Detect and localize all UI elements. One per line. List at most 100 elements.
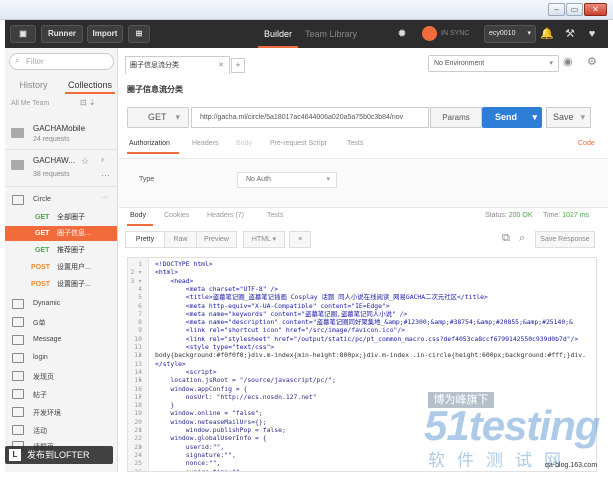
collection-item-gachamobile[interactable]: GACHAMobile 24 requests	[5, 120, 117, 150]
code-line: nonce:"",	[155, 459, 221, 468]
tab-builder[interactable]: Builder	[258, 20, 298, 48]
more-icon[interactable]: ···	[101, 194, 108, 201]
params-button[interactable]: Params	[430, 107, 482, 128]
folder-name: 帖子	[33, 392, 47, 399]
line-number: 5	[138, 293, 142, 302]
runner-button[interactable]: Runner	[41, 25, 83, 43]
line-number: 10	[134, 334, 142, 343]
folder-item[interactable]: 活动	[5, 422, 117, 439]
line-number: 13	[134, 359, 142, 368]
method-value: GET	[148, 112, 167, 122]
toggle-sidebar-button[interactable]: ▣	[10, 25, 36, 43]
wrap-lines-icon[interactable]: ≡	[289, 231, 311, 248]
chevron-down-icon: ▾	[175, 112, 180, 122]
star-icon[interactable]: ☆	[81, 156, 89, 167]
tab-cookies[interactable]: Cookies	[164, 212, 189, 219]
tab-team-library[interactable]: Team Library	[303, 20, 359, 48]
tab-test-results[interactable]: Tests	[267, 212, 283, 219]
tab-history[interactable]: History	[11, 76, 56, 94]
more-icon[interactable]: ···	[101, 170, 110, 180]
maximize-button[interactable]: ▭	[566, 3, 583, 16]
tab-headers[interactable]: Headers	[192, 140, 218, 147]
code-line: <meta http-equiv="X-UA-Compatible" conte…	[155, 301, 390, 310]
raw-button[interactable]: Raw	[164, 231, 197, 248]
new-collection-icon[interactable]: ⊡ ⇣	[80, 98, 96, 107]
request-item[interactable]: GET 推荐圈子	[5, 243, 117, 258]
request-method: GET	[35, 214, 50, 221]
add-tab-button[interactable]: +	[231, 58, 245, 73]
folder-icon	[12, 335, 24, 345]
format-select[interactable]: HTML ▾	[243, 231, 285, 248]
request-item[interactable]: POST 设置圈子...	[5, 277, 117, 292]
tab-tests[interactable]: Tests	[347, 140, 363, 147]
send-button[interactable]: Send ▾	[482, 107, 542, 128]
folder-item[interactable]: 开发环境	[5, 404, 117, 421]
active-tab-underline	[127, 152, 179, 154]
code-line: <meta charset="UTF-8" />	[155, 284, 279, 293]
filter-input[interactable]: ⌕ Filter	[9, 53, 114, 70]
copy-icon[interactable]: ⧉	[502, 232, 510, 245]
code-line: window.globalUserInfo = {	[155, 434, 267, 443]
new-tab-button[interactable]: ⊞	[128, 25, 150, 43]
folder-item[interactable]: G单	[5, 314, 117, 331]
folder-item[interactable]: 发现页	[5, 368, 117, 385]
request-method: POST	[31, 264, 51, 271]
collection-item-gachaw[interactable]: GACHAW... 38 requests ☆ › ···	[5, 152, 117, 187]
folder-item[interactable]: 帖子	[5, 386, 117, 403]
request-item[interactable]: POST 设置用户...	[5, 260, 117, 275]
gear-icon[interactable]: ⚙	[587, 55, 597, 68]
response-time: Time: 1027 ms	[543, 212, 589, 219]
pretty-button[interactable]: Pretty	[125, 231, 165, 248]
request-item[interactable]: GET 全部圈子	[5, 210, 117, 225]
user-dropdown[interactable]: ecy0010 ▾	[484, 25, 536, 43]
folder-icon	[12, 317, 24, 327]
code-line: <style type="text/css">	[155, 343, 275, 351]
code-link[interactable]: Code	[578, 140, 595, 147]
environment-select[interactable]: No Environment ▾	[428, 55, 559, 72]
search-icon: ⌕	[15, 56, 20, 65]
auth-type-select[interactable]: No Auth ▾	[237, 172, 337, 188]
eye-icon[interactable]: ◉	[563, 55, 573, 68]
tab-response-headers[interactable]: Headers (7)	[207, 212, 244, 219]
code-line: <meta name="description" content="盗墓笔记圈同…	[155, 318, 573, 327]
close-window-button[interactable]: ✕	[584, 3, 607, 16]
tab-collections[interactable]: Collections	[65, 76, 115, 94]
folder-item[interactable]: login	[5, 350, 117, 367]
request-method: POST	[31, 281, 51, 288]
close-icon[interactable]: ✕	[218, 57, 224, 74]
heart-icon[interactable]: ♥	[585, 27, 599, 41]
import-button[interactable]: Import	[87, 25, 123, 43]
sync-icon	[422, 26, 437, 41]
folder-item[interactable]: Dynamic	[5, 296, 117, 313]
minimize-button[interactable]: –	[548, 3, 565, 16]
chevron-down-icon[interactable]: ▾	[532, 107, 537, 128]
collection-folder-icon	[11, 128, 24, 138]
preview-button[interactable]: Preview	[196, 231, 237, 248]
filter-placeholder: Filter	[26, 57, 44, 66]
tab-pre-request-script[interactable]: Pre-request Script	[270, 140, 326, 147]
chevron-right-icon[interactable]: ›	[101, 154, 104, 164]
url-input[interactable]: http://gacha.ml/circle/5a18017ac4644006a…	[191, 107, 429, 128]
search-icon[interactable]: ⌕	[519, 232, 525, 245]
save-response-button[interactable]: Save Response	[535, 231, 595, 248]
line-number: 12	[134, 351, 142, 360]
code-line: location.jsRoot = "/source/javascript/pc…	[155, 376, 336, 385]
time-value: 1027 ms	[562, 212, 590, 219]
format-value: HTML	[251, 236, 271, 243]
wrench-icon[interactable]: ⚒	[563, 27, 577, 41]
request-item-active[interactable]: GET 圈子信息...	[5, 226, 117, 241]
line-number: 3 ▾	[130, 276, 142, 285]
folder-circle[interactable]: Circle ···	[5, 192, 117, 209]
folder-item[interactable]: Message	[5, 332, 117, 349]
bell-icon[interactable]: 🔔	[540, 27, 554, 41]
method-select[interactable]: GET ▾	[127, 107, 189, 128]
code-line: window.publishPop = false;	[155, 426, 286, 434]
request-tab[interactable]: 圈子信息流分类 ✕	[125, 56, 230, 74]
interceptor-icon[interactable]: ✹	[395, 27, 409, 41]
save-button[interactable]: Save ▾	[546, 107, 591, 128]
auth-type-value: No Auth	[246, 176, 271, 183]
tab-response-body[interactable]: Body	[130, 212, 146, 219]
tab-authorization[interactable]: Authorization	[129, 140, 170, 147]
collection-filters[interactable]: All Me Team	[11, 100, 49, 107]
tab-body[interactable]: Body	[236, 140, 252, 147]
